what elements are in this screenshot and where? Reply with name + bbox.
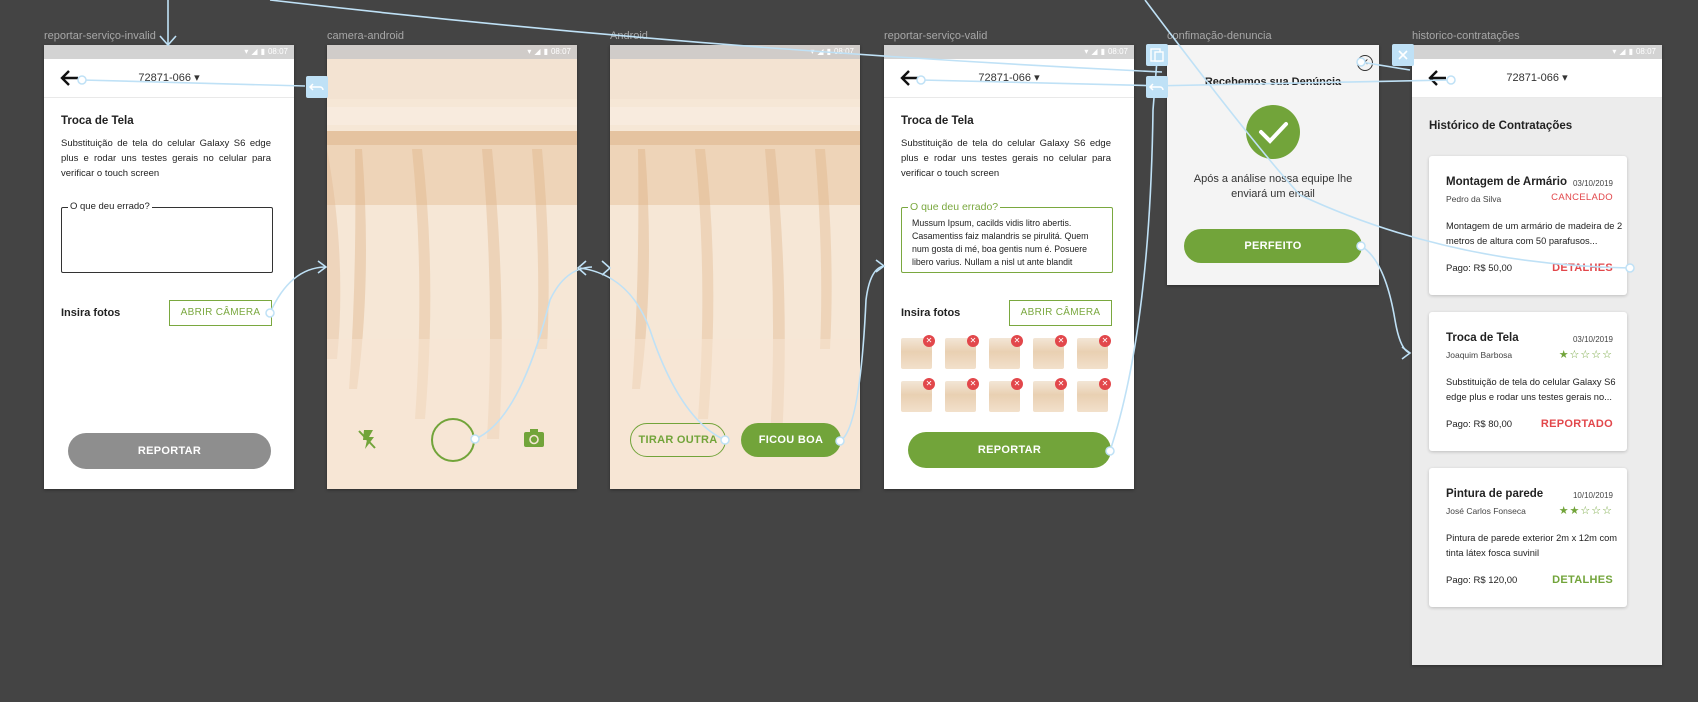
flow-hotspot[interactable] <box>916 75 926 85</box>
flow-wire <box>1149 79 1451 87</box>
flow-wire <box>1144 0 1631 269</box>
flow-wire <box>839 265 885 442</box>
flow-wire <box>269 0 1163 73</box>
flow-hotspot[interactable] <box>470 434 480 444</box>
flow-wire <box>81 79 306 87</box>
flow-hotspot[interactable] <box>77 75 87 85</box>
flow-wire <box>1360 245 1411 354</box>
flow-hotspot[interactable] <box>1356 241 1366 251</box>
flow-arrowhead <box>875 259 886 273</box>
flow-wire <box>269 266 326 314</box>
back-target-icon[interactable] <box>1146 76 1168 98</box>
close-target-icon[interactable] <box>1392 44 1414 66</box>
flow-hotspot[interactable] <box>1446 75 1456 85</box>
flow-arrowhead <box>601 260 612 276</box>
flow-hotspot[interactable] <box>1105 446 1115 456</box>
flow-hotspot[interactable] <box>720 435 730 445</box>
flow-wire <box>1109 59 1158 452</box>
flow-hotspot[interactable] <box>1356 57 1366 67</box>
flow-hotspot[interactable] <box>265 308 275 318</box>
prototype-flow-overlay <box>77 0 1635 456</box>
flow-wire <box>579 267 726 441</box>
flow-wire <box>474 266 593 440</box>
overlay-target-icon[interactable] <box>1146 44 1168 66</box>
back-target-icon[interactable] <box>306 76 328 98</box>
flow-hotspot[interactable] <box>835 436 845 446</box>
flow-wire <box>920 79 1166 87</box>
flow-hotspot[interactable] <box>1625 263 1635 273</box>
flow-arrowhead <box>1401 346 1412 360</box>
